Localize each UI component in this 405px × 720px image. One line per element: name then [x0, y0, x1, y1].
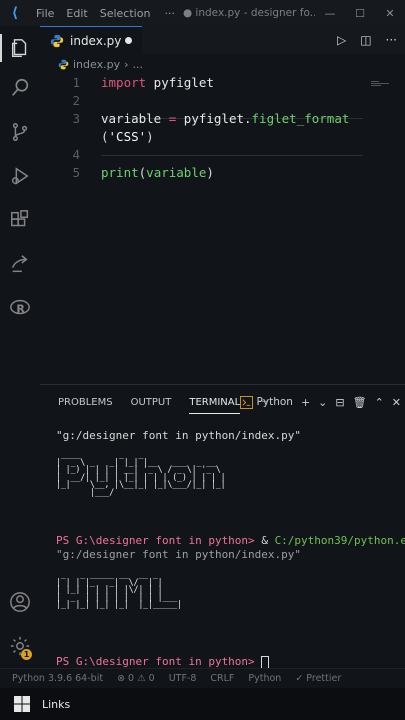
settings-gear-icon[interactable]: 1 [0, 628, 40, 664]
search-icon[interactable] [0, 70, 40, 106]
python-file-icon [50, 34, 64, 47]
command-path: C:/python39/python.exe [274, 534, 405, 547]
status-prettier[interactable]: ✓ Prettier [295, 673, 341, 684]
code-token: print [101, 165, 139, 180]
remote-icon[interactable] [0, 246, 40, 282]
ascii-art-html: _ _ _____ __ __ _ | | | |_ _| \/ | | | |… [56, 569, 182, 610]
code-line[interactable]: ('CSS') [40, 128, 405, 146]
breadcrumb-separator: › [124, 57, 129, 71]
kill-terminal-icon[interactable]: 🗑 [353, 396, 367, 409]
extensions-icon[interactable] [0, 202, 40, 238]
status-interpreter[interactable]: Python 3.9.6 64-bit [12, 673, 103, 684]
line-number: 2 [72, 93, 80, 108]
line-number: 5 [72, 165, 80, 180]
line-number: 4 [72, 147, 80, 162]
terminal-name: Python [256, 396, 293, 408]
code-text: ('CSS') [101, 128, 154, 146]
menu-more-button[interactable]: ··· [156, 7, 183, 20]
code-token: pyfiglet [146, 75, 214, 90]
tab-index-py[interactable]: index.py [40, 26, 142, 54]
code-token: variable [146, 165, 207, 180]
code-token: figlet_format [251, 111, 350, 126]
code-token: ) [146, 129, 154, 144]
explorer-icon[interactable] [0, 30, 40, 66]
breadcrumb-more[interactable]: ... [133, 58, 144, 71]
terminal-prompt-line: PS G:\designer font in python> & C:/pyth… [56, 534, 405, 548]
close-button[interactable]: ✕ [375, 7, 405, 20]
svg-text:R: R [16, 303, 25, 316]
terminal-icon [239, 395, 253, 409]
prompt: PS G:\designer font in python> [56, 655, 262, 668]
line-number: 3 [72, 111, 80, 126]
split-editor-icon[interactable]: ◫ [360, 33, 371, 47]
breadcrumb-file[interactable]: index.py [73, 58, 120, 71]
editor-actions: ▷ ◫ ··· [337, 26, 397, 54]
maximize-panel-icon[interactable]: ⌃ [375, 396, 384, 409]
bottom-panel: PROBLEMS OUTPUT TERMINAL ··· Python + ⌄ … [40, 384, 405, 669]
split-terminal-icon[interactable]: ⊟ [335, 396, 344, 409]
tab-bar: index.py ▷ ◫ ··· [40, 26, 405, 54]
status-problems[interactable]: ⊗ 0 ⚠ 0 [117, 673, 155, 684]
source-control-icon[interactable] [0, 114, 40, 150]
line-number: 1 [72, 75, 80, 90]
terminal-cursor [261, 655, 270, 669]
minimize-button[interactable]: — [315, 7, 345, 20]
status-bar: Python 3.9.6 64-bit ⊗ 0 ⚠ 0 UTF-8 CRLF P… [0, 668, 405, 688]
code-token: 'CSS' [108, 129, 147, 144]
close-panel-icon[interactable]: ✕ [392, 396, 401, 409]
taskbar-links[interactable]: Links [42, 698, 70, 711]
code-token: variable [101, 111, 169, 126]
editor-more-icon[interactable]: ··· [386, 33, 397, 47]
panel-actions: Python + ⌄ ⊟ 🗑 ⌃ ✕ [239, 385, 401, 419]
title-bar: ⟨ File Edit Selection ··· ● index.py - d… [0, 0, 405, 26]
os-taskbar: Links [0, 688, 405, 720]
account-icon[interactable] [0, 584, 40, 620]
menu-edit[interactable]: Edit [60, 7, 93, 20]
menu-selection[interactable]: Selection [94, 7, 157, 20]
maximize-button[interactable]: ☐ [345, 7, 375, 20]
settings-badge: 1 [21, 649, 32, 660]
terminal-prompt-line: PS G:\designer font in python> [56, 655, 270, 669]
code-token: ) [206, 165, 214, 180]
unsaved-dot-icon[interactable] [125, 37, 132, 44]
windows-start-icon[interactable] [14, 696, 30, 712]
tab-label: index.py [70, 33, 122, 48]
code-text: variable = pyfiglet.figlet_format [101, 110, 349, 128]
window-title: ● index.py - designer fo... [182, 7, 315, 19]
terminal-selector[interactable]: Python [239, 395, 293, 409]
python-file-icon [58, 59, 69, 69]
command-amp: & [261, 534, 275, 547]
tab-problems[interactable]: PROBLEMS [49, 385, 122, 419]
code-token: ( [101, 129, 109, 144]
menu-file[interactable]: File [30, 7, 60, 20]
terminal-dropdown-icon[interactable]: ⌄ [318, 396, 327, 409]
code-line[interactable]: 1 import pyfiglet [40, 74, 405, 92]
code-line[interactable]: 4 [40, 146, 405, 164]
code-line[interactable]: 2 [40, 92, 405, 110]
status-encoding[interactable]: UTF-8 [169, 673, 197, 684]
code-text: import pyfiglet [101, 74, 214, 92]
status-eol[interactable]: CRLF [210, 673, 234, 684]
tab-output[interactable]: OUTPUT [122, 385, 181, 419]
code-text: print(variable) [101, 164, 214, 182]
r-language-icon[interactable]: R [0, 290, 40, 326]
code-token: import [101, 75, 147, 90]
run-file-icon[interactable]: ▷ [337, 33, 346, 47]
ascii-art-python: ____ _ _ | _ \ _ _| |_| |__ ___ _ __ | |… [56, 449, 226, 497]
vscode-logo-icon: ⟨ [11, 5, 19, 21]
status-language[interactable]: Python [248, 673, 281, 684]
new-terminal-icon[interactable]: + [301, 396, 310, 409]
activity-bar: R 1 [0, 26, 40, 668]
code-line[interactable]: 5 print(variable) [40, 164, 405, 182]
terminal-line: "g:/designer font in python/index.py" [56, 548, 302, 561]
run-debug-icon[interactable] [0, 158, 40, 194]
code-token: pyfiglet. [176, 111, 252, 126]
breadcrumb: index.py › ... [58, 56, 143, 72]
code-line[interactable]: 3 variable = pyfiglet.figlet_format [40, 110, 405, 128]
prompt: PS G:\designer font in python> [56, 534, 262, 547]
terminal-line: "g:/designer font in python/index.py" [56, 429, 302, 442]
code-editor[interactable]: 1 import pyfiglet 2 3 variable = pyfiglet.fi… [40, 72, 405, 382]
